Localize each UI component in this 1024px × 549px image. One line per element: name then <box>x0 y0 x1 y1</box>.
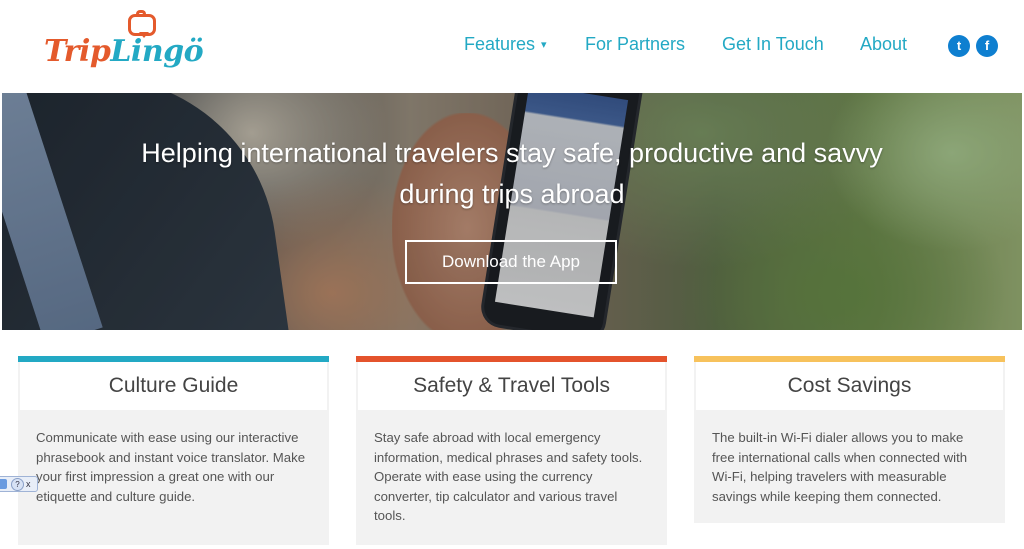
card-title: Safety & Travel Tools <box>358 362 665 410</box>
nav-features[interactable]: Features ▾ <box>464 34 547 55</box>
card-culture-guide: Culture Guide Communicate with ease usin… <box>18 356 329 545</box>
card-description: Communicate with ease using our interact… <box>36 430 306 504</box>
help-icon[interactable]: ? <box>11 478 24 491</box>
floating-help-widget[interactable]: ? x <box>0 476 38 492</box>
hero-title: Helping international travelers stay saf… <box>141 138 883 209</box>
widget-tab-icon <box>0 479 7 489</box>
card-description: The built-in Wi-Fi dialer allows you to … <box>712 430 968 504</box>
card-description: Stay safe abroad with local emergency in… <box>374 430 643 524</box>
nav-features-label: Features <box>464 34 536 54</box>
download-app-button[interactable]: Download the App <box>405 240 617 284</box>
hero-banner: Helping international travelers stay saf… <box>2 93 1022 330</box>
nav-get-in-touch[interactable]: Get In Touch <box>722 34 824 55</box>
card-title: Cost Savings <box>696 362 1003 410</box>
close-icon[interactable]: x <box>26 477 31 491</box>
twitter-icon[interactable]: t <box>948 35 970 57</box>
facebook-glyph: f <box>984 38 990 53</box>
card-cost-savings: Cost Savings The built-in Wi-Fi dialer a… <box>694 356 1005 523</box>
nav-for-partners[interactable]: For Partners <box>585 34 685 55</box>
chevron-down-icon: ▾ <box>541 39 547 51</box>
site-header: TripLingö Features ▾ For Partners Get In … <box>0 0 1024 93</box>
card-safety-travel-tools: Safety & Travel Tools Stay safe abroad w… <box>356 356 667 545</box>
facebook-icon[interactable]: f <box>976 35 998 57</box>
twitter-glyph: t <box>956 38 962 53</box>
card-title: Culture Guide <box>20 362 327 410</box>
main-nav: Features ▾ For Partners Get In Touch Abou… <box>0 34 1024 58</box>
speech-bubble-icon <box>128 14 156 38</box>
nav-about[interactable]: About <box>860 34 907 55</box>
